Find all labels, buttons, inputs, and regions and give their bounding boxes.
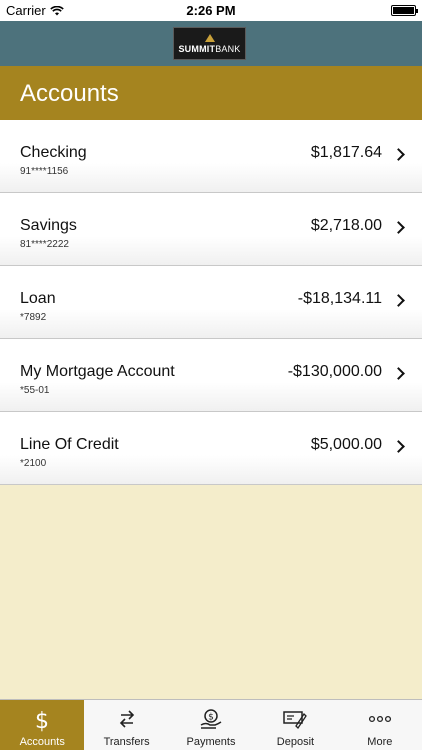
tab-label: More — [367, 736, 393, 748]
bank-logo: SUMMITBANK — [173, 27, 246, 60]
account-number: 91****1156 — [20, 166, 69, 177]
account-balance: $2,718.00 — [310, 217, 382, 234]
account-name: Line Of Credit — [20, 436, 119, 453]
account-balance: $5,000.00 — [310, 436, 382, 453]
check-deposit-icon — [283, 711, 308, 730]
clock: 2:26 PM — [186, 3, 236, 18]
tab-bar: $ Accounts Transfers $ Payments Deposit … — [0, 699, 422, 750]
chevron-right-icon — [392, 440, 405, 453]
account-number: *7892 — [20, 312, 47, 323]
account-number: *2100 — [20, 458, 47, 469]
svg-text:$: $ — [35, 709, 49, 732]
tab-label: Transfers — [103, 736, 150, 748]
account-row-line-of-credit[interactable]: Line Of Credit *2100 $5,000.00 — [0, 412, 422, 485]
account-name: Savings — [20, 217, 77, 234]
account-row-loan[interactable]: Loan *7892 -$18,134.11 — [0, 266, 422, 339]
svg-text:$: $ — [208, 713, 214, 723]
mountain-icon — [204, 33, 215, 42]
account-name: My Mortgage Account — [20, 363, 175, 380]
account-balance: -$130,000.00 — [287, 363, 382, 380]
chevron-right-icon — [392, 367, 405, 380]
tab-transfers[interactable]: Transfers — [84, 700, 168, 750]
account-row-checking[interactable]: Checking 91****1156 $1,817.64 — [0, 120, 422, 193]
brand-bar: SUMMITBANK — [0, 21, 422, 66]
status-bar: Carrier 2:26 PM — [0, 0, 422, 21]
account-row-savings[interactable]: Savings 81****2222 $2,718.00 — [0, 193, 422, 266]
tab-accounts[interactable]: $ Accounts — [0, 700, 85, 750]
account-name: Loan — [20, 290, 56, 307]
tab-payments[interactable]: $ Payments — [169, 700, 253, 750]
tab-label: Accounts — [19, 736, 65, 748]
chevron-right-icon — [392, 221, 405, 234]
account-number: *55-01 — [20, 385, 50, 396]
tab-deposit[interactable]: Deposit — [253, 700, 337, 750]
dollar-icon: $ — [35, 709, 49, 732]
page-header: Accounts — [0, 66, 422, 120]
account-row-mortgage[interactable]: My Mortgage Account *55-01 -$130,000.00 — [0, 339, 422, 412]
battery-icon — [391, 5, 418, 16]
more-dots-icon — [368, 715, 391, 723]
accounts-list: Checking 91****1156 $1,817.64 Savings 81… — [0, 120, 422, 485]
tab-label: Deposit — [276, 736, 315, 748]
tab-more[interactable]: More — [338, 700, 422, 750]
transfer-arrows-icon — [119, 710, 134, 728]
account-balance: $1,817.64 — [310, 144, 382, 161]
chevron-right-icon — [392, 294, 405, 307]
chevron-right-icon — [392, 148, 405, 161]
hand-coin-icon: $ — [200, 709, 222, 729]
account-balance: -$18,134.11 — [297, 290, 382, 307]
tab-label: Payments — [186, 736, 236, 748]
logo-text: SUMMITBANK — [178, 43, 241, 54]
page-title: Accounts — [20, 80, 119, 107]
account-number: 81****2222 — [20, 239, 69, 250]
account-name: Checking — [20, 144, 87, 161]
